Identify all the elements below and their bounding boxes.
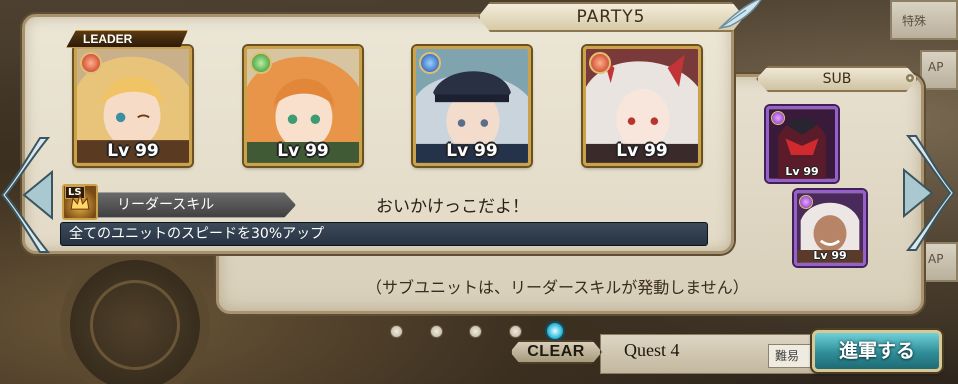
page-dot[interactable] bbox=[509, 325, 522, 338]
sub-unit-card-2[interactable]: Lv 99 bbox=[794, 190, 866, 266]
difficulty-chip: 難易 bbox=[768, 344, 814, 368]
clear-badge: CLEAR bbox=[510, 340, 602, 364]
page-dot[interactable] bbox=[390, 325, 403, 338]
leader-tag: LEADER bbox=[66, 30, 188, 48]
page-dot[interactable] bbox=[430, 325, 443, 338]
leader-skill-description: 全てのユニットのスピードを30%アップ bbox=[60, 222, 708, 246]
wind-element-icon bbox=[250, 52, 272, 74]
march-button[interactable]: 進軍する bbox=[812, 330, 942, 372]
dark-element-icon bbox=[771, 111, 785, 125]
feather-icon bbox=[717, 0, 762, 30]
background-tag-ap: AP bbox=[928, 60, 944, 74]
dark-element-icon bbox=[799, 195, 813, 209]
sub-banner: SUB bbox=[756, 66, 918, 92]
fire-element-icon bbox=[589, 52, 611, 74]
party-title: PARTY5 bbox=[576, 7, 646, 27]
unit-card-3[interactable]: Lv 99 bbox=[413, 46, 531, 166]
background-tag-top: 特殊 bbox=[902, 14, 927, 28]
water-element-icon bbox=[419, 52, 441, 74]
fire-element-icon bbox=[80, 52, 102, 74]
sub-unit-level: Lv 99 bbox=[813, 249, 847, 262]
gear-icon bbox=[906, 74, 914, 82]
page-dot[interactable] bbox=[469, 325, 482, 338]
next-party-arrow-icon[interactable] bbox=[900, 128, 956, 258]
unit-card-leader[interactable]: Lv 99 bbox=[74, 46, 192, 166]
leader-skill-crown-icon: LS bbox=[62, 184, 98, 220]
unit-card-2[interactable]: Lv 99 bbox=[244, 46, 362, 166]
quest-label: Quest 4 bbox=[624, 340, 680, 360]
sub-unit-level: Lv 99 bbox=[785, 165, 819, 178]
unit-level: Lv 99 bbox=[446, 141, 498, 161]
sub-unit-note: （サブユニットは、リーダースキルが発動しません） bbox=[366, 278, 749, 297]
unit-level: Lv 99 bbox=[277, 141, 329, 161]
prev-party-arrow-icon[interactable] bbox=[0, 130, 56, 260]
unit-level: Lv 99 bbox=[107, 141, 159, 161]
leader-skill-label: リーダースキル bbox=[96, 192, 296, 218]
leader-skill-name: おいかけっこだよ！ bbox=[376, 197, 529, 217]
unit-card-4[interactable]: Lv 99 bbox=[583, 46, 701, 166]
unit-level: Lv 99 bbox=[616, 141, 668, 161]
party-title-banner: PARTY5 bbox=[478, 2, 744, 32]
page-dot-active[interactable] bbox=[545, 321, 565, 341]
crown-icon bbox=[70, 193, 90, 210]
sub-unit-card-1[interactable]: Lv 99 bbox=[766, 106, 838, 182]
